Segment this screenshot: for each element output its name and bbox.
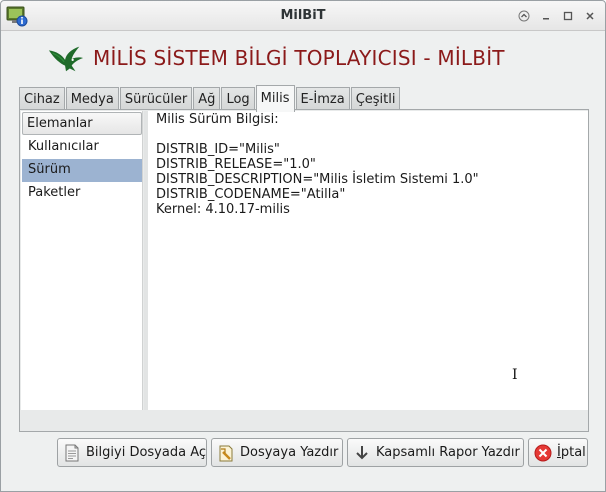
app-window: MilBiT MİLİS SİSTEM BİLGİ TOPLAYICISI - … <box>0 0 606 492</box>
tab-cesitli[interactable]: Çeşitli <box>350 87 401 111</box>
cancel-icon <box>534 444 552 461</box>
maximize-icon[interactable] <box>559 7 577 25</box>
open-in-file-label: Bilgiyi Dosyada Aç <box>86 445 207 460</box>
tab-bar: Cihaz Medya Sürücüler Ağ Log Milis E-İmz… <box>19 85 401 112</box>
document-icon <box>65 444 79 461</box>
page-title: MİLİS SİSTEM BİLGİ TOPLAYICISI - MİLBİT <box>93 46 505 70</box>
cancel-label: İptal <box>557 445 586 460</box>
info-line: DISTRIB_ID="Milis" <box>156 142 280 157</box>
tab-ag[interactable]: Ağ <box>193 87 221 111</box>
info-line: Kernel: 4.10.17-milis <box>156 202 290 217</box>
eagle-logo <box>48 46 84 72</box>
close-icon[interactable] <box>581 7 599 25</box>
tab-medya[interactable]: Medya <box>65 87 119 111</box>
tab-log[interactable]: Log <box>221 87 255 111</box>
arrow-down-icon <box>356 445 368 459</box>
horizontal-scroll-area[interactable] <box>21 411 587 431</box>
list-header[interactable]: Elemanlar <box>22 112 142 135</box>
full-report-button[interactable]: Kapsamlı Rapor Yazdır <box>347 438 524 467</box>
cancel-button[interactable]: İptal <box>528 438 588 467</box>
list-item-paketler[interactable]: Paketler <box>22 182 142 205</box>
text-cursor-icon: I <box>512 367 518 383</box>
write-file-icon <box>219 445 233 461</box>
full-report-label: Kapsamlı Rapor Yazdır <box>376 445 520 460</box>
title-bar[interactable]: MilBiT <box>1 1 605 31</box>
window-controls <box>515 7 599 25</box>
info-line: DISTRIB_CODENAME="Atilla" <box>156 187 346 202</box>
list-item-surum[interactable]: Sürüm <box>22 159 142 182</box>
open-in-file-button[interactable]: Bilgiyi Dosyada Aç <box>57 438 207 467</box>
info-text-view[interactable]: Milis Sürüm Bilgisi: DISTRIB_ID="Milis" … <box>148 111 588 410</box>
write-to-file-label: Dosyaya Yazdır <box>240 445 339 460</box>
up-icon[interactable] <box>515 7 533 25</box>
tab-content: Elemanlar Kullanıcılar Sürüm Paketler Mi… <box>19 109 589 432</box>
tab-suruculer[interactable]: Sürücüler <box>119 87 193 111</box>
info-line: DISTRIB_RELEASE="1.0" <box>156 157 316 172</box>
minimize-icon[interactable] <box>537 7 555 25</box>
cancel-label-rest: ptal <box>560 445 586 460</box>
write-to-file-button[interactable]: Dosyaya Yazdır <box>211 438 343 467</box>
app-header: MİLİS SİSTEM BİLGİ TOPLAYICISI - MİLBİT <box>47 41 505 75</box>
info-line: Milis Sürüm Bilgisi: <box>156 112 279 127</box>
list-item-kullanicilar[interactable]: Kullanıcılar <box>22 136 142 159</box>
tab-e-imza[interactable]: E-İmza <box>295 87 350 111</box>
elements-list[interactable]: Elemanlar Kullanıcılar Sürüm Paketler <box>21 111 143 410</box>
tab-milis[interactable]: Milis <box>255 85 295 112</box>
info-line: DISTRIB_DESCRIPTION="Milis İsletim Siste… <box>156 172 479 187</box>
tab-cihaz[interactable]: Cihaz <box>19 87 65 111</box>
